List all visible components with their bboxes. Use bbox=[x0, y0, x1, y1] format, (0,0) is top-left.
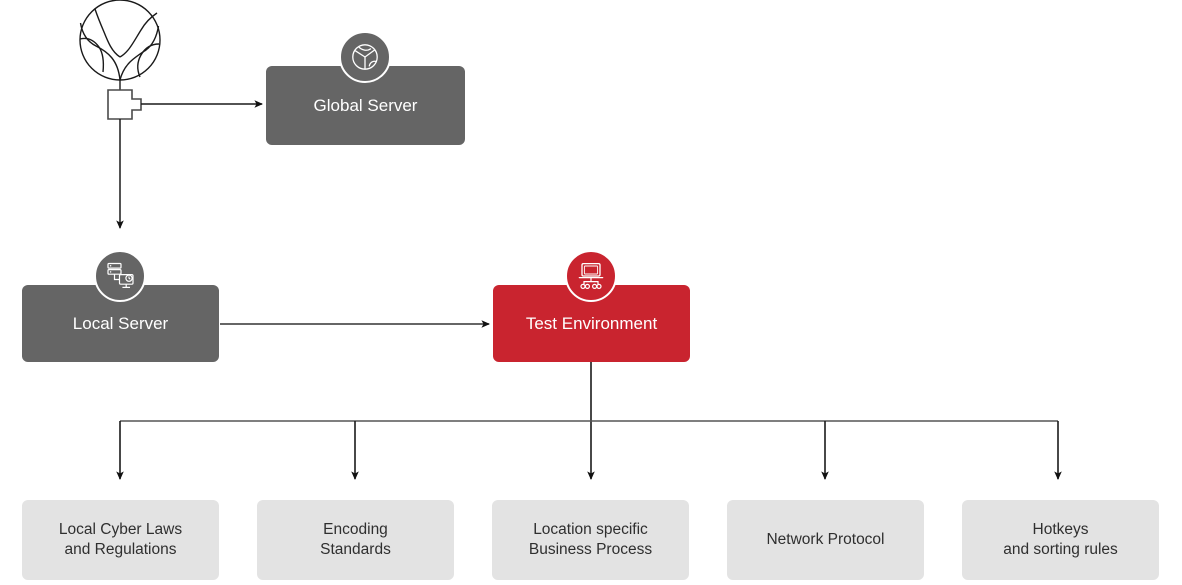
globe-icon bbox=[339, 31, 391, 83]
plug-connector-icon bbox=[107, 89, 142, 120]
factor-network-protocol[interactable]: Network Protocol bbox=[727, 500, 924, 580]
factor-encoding-standards[interactable]: Encoding Standards bbox=[257, 500, 454, 580]
factor-hotkeys-sorting[interactable]: Hotkeys and sorting rules bbox=[962, 500, 1159, 580]
factor-local-cyber-laws-label: Local Cyber Laws and Regulations bbox=[58, 521, 183, 558]
edge-test-environment-to-factors bbox=[116, 362, 1062, 481]
globe-icon bbox=[79, 0, 161, 81]
factor-encoding-standards-label: Encoding Standards bbox=[320, 521, 391, 558]
factor-network-protocol-label: Network Protocol bbox=[766, 531, 885, 549]
factor-location-business-process-label: Location specific Business Process bbox=[528, 521, 653, 558]
factor-location-business-process[interactable]: Location specific Business Process bbox=[492, 500, 689, 580]
factor-hotkeys-sorting-label: Hotkeys and sorting rules bbox=[1003, 521, 1118, 558]
node-global-server-label: Global Server bbox=[313, 95, 418, 115]
factor-local-cyber-laws[interactable]: Local Cyber Laws and Regulations bbox=[22, 500, 219, 580]
node-test-environment-label: Test Environment bbox=[525, 313, 658, 333]
server-monitor-icon bbox=[94, 250, 146, 302]
diagram-canvas: Global Server Local Server Test Environm… bbox=[0, 0, 1182, 585]
laptop-network-icon bbox=[565, 250, 617, 302]
node-local-server-label: Local Server bbox=[72, 313, 169, 333]
